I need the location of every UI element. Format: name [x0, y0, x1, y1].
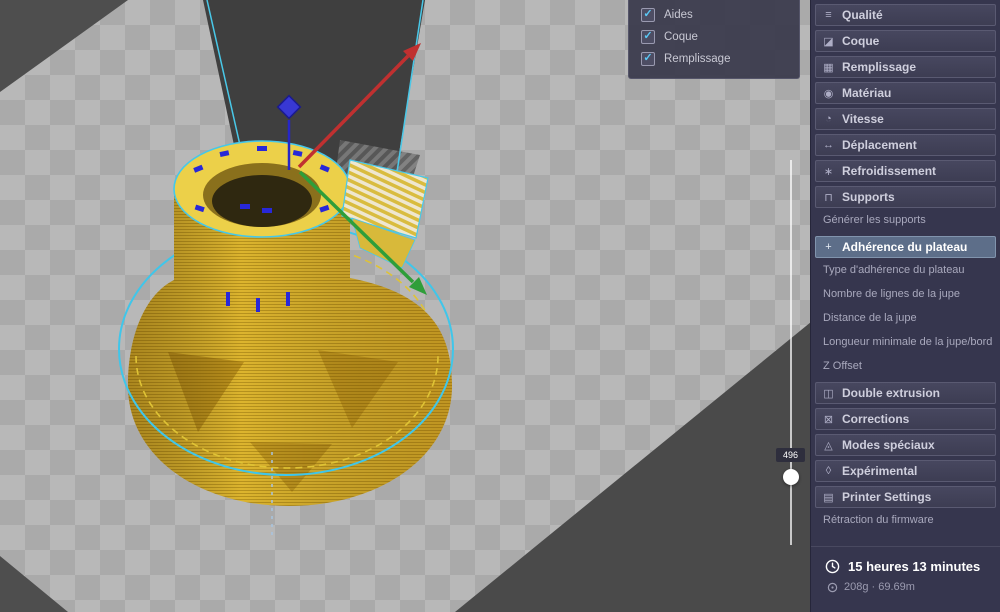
setting-label: Générer les supports: [823, 214, 926, 226]
settings-category-vitesse[interactable]: ◔ Vitesse: [815, 108, 996, 130]
filament-spool-icon: [827, 582, 838, 593]
layer-slider[interactable]: 496: [782, 160, 800, 545]
setting-nombre-de-lignes-de-la-jupe[interactable]: Nombre de lignes de la jupe: [811, 282, 1000, 306]
setting-z-offset[interactable]: Z Offset: [811, 354, 1000, 378]
travel-icon: ↔: [822, 139, 835, 151]
view-filter-coque[interactable]: ✓ Coque: [629, 26, 799, 48]
category-label: Corrections: [842, 412, 909, 426]
support-tower: [342, 160, 428, 268]
checkbox-label: Remplissage: [664, 53, 730, 65]
settings-category-remplissage[interactable]: ▦ Remplissage: [815, 56, 996, 78]
printer-settings-icon: ▤: [822, 491, 835, 504]
fixes-icon: ⊠: [822, 413, 835, 426]
settings-category-printer-settings[interactable]: ▤ Printer Settings: [815, 486, 996, 508]
settings-panel: ≡ Qualité ◪ Coque ▦ Remplissage ◉ Matériau ◔ Vite…: [810, 0, 1000, 612]
special-modes-icon: ◬: [822, 439, 835, 452]
checkbox-checked-icon[interactable]: ✓: [641, 52, 655, 66]
experimental-icon: ◊: [822, 465, 835, 477]
layer-slider-handle[interactable]: [783, 469, 799, 485]
shell-icon: ◪: [822, 35, 835, 48]
speed-icon: ◔: [822, 113, 835, 125]
layer-value-badge: 496: [776, 448, 805, 462]
setting-generer-les-supports[interactable]: Générer les supports: [811, 208, 1000, 232]
category-label: Refroidissement: [842, 164, 936, 178]
settings-category-materiau[interactable]: ◉ Matériau: [815, 82, 996, 104]
view-filter-remplissage[interactable]: ✓ Remplissage: [629, 48, 799, 70]
material-usage-value: 208g · 69.69m: [844, 581, 915, 593]
settings-category-supports[interactable]: ⊓ Supports: [815, 186, 996, 208]
checkbox-label: Aides: [664, 9, 693, 21]
checkbox-label: Coque: [664, 31, 698, 43]
category-label: Matériau: [842, 86, 891, 100]
settings-category-adherence-du-plateau[interactable]: + Adhérence du plateau: [815, 236, 996, 258]
view-filter-aides[interactable]: ✓ Aides: [629, 4, 799, 26]
category-label: Printer Settings: [842, 490, 931, 504]
category-label: Supports: [842, 190, 895, 204]
category-label: Qualité: [842, 8, 883, 22]
model[interactable]: [128, 141, 452, 506]
adhesion-icon: +: [822, 241, 835, 253]
setting-label: Nombre de lignes de la jupe: [823, 288, 960, 300]
cura-window: ✓ Aides ✓ Coque ✓ Remplissage 496 ≡ Qualité ◪ Co…: [0, 0, 1000, 612]
settings-category-corrections[interactable]: ⊠ Corrections: [815, 408, 996, 430]
setting-distance-de-la-jupe[interactable]: Distance de la jupe: [811, 306, 1000, 330]
layer-slider-track[interactable]: [790, 160, 792, 545]
print-time-value: 15 heures 13 minutes: [848, 559, 980, 574]
setting-label: Type d'adhérence du plateau: [823, 264, 965, 276]
checkbox-checked-icon[interactable]: ✓: [641, 30, 655, 44]
category-label: Expérimental: [842, 464, 917, 478]
cooling-icon: ∗: [822, 165, 835, 178]
setting-label: Longueur minimale de la jupe/bord: [823, 336, 992, 348]
category-label: Remplissage: [842, 60, 916, 74]
category-label: Coque: [842, 34, 879, 48]
settings-category-qualite[interactable]: ≡ Qualité: [815, 4, 996, 26]
category-label: Modes spéciaux: [842, 438, 935, 452]
settings-category-coque[interactable]: ◪ Coque: [815, 30, 996, 52]
settings-category-double-extrusion[interactable]: ◫ Double extrusion: [815, 382, 996, 404]
settings-category-deplacement[interactable]: ↔ Déplacement: [815, 134, 996, 156]
model-top-ring: [174, 141, 350, 237]
settings-category-refroidissement[interactable]: ∗ Refroidissement: [815, 160, 996, 182]
category-label: Déplacement: [842, 138, 917, 152]
print-info: 15 heures 13 minutes 208g · 69.69m: [811, 546, 1000, 612]
quality-icon: ≡: [822, 9, 835, 21]
category-label: Adhérence du plateau: [842, 240, 967, 254]
support-icon: ⊓: [822, 191, 835, 204]
print-time-row: 15 heures 13 minutes: [825, 559, 1000, 574]
dual-extrusion-icon: ◫: [822, 387, 835, 400]
clock-icon: [825, 559, 840, 574]
infill-icon: ▦: [822, 61, 835, 74]
setting-longueur-minimale-de-la-jupe-bord[interactable]: Longueur minimale de la jupe/bord: [811, 330, 1000, 354]
setting-label: Rétraction du firmware: [823, 514, 934, 526]
material-usage-row: 208g · 69.69m: [827, 581, 1000, 593]
checkbox-checked-icon[interactable]: ✓: [641, 8, 655, 22]
category-label: Vitesse: [842, 112, 884, 126]
material-icon: ◉: [822, 87, 835, 100]
setting-label: Z Offset: [823, 360, 862, 372]
setting-type-d-adherence-du-plateau[interactable]: Type d'adhérence du plateau: [811, 258, 1000, 282]
settings-category-modes-speciaux[interactable]: ◬ Modes spéciaux: [815, 434, 996, 456]
setting-label: Distance de la jupe: [823, 312, 917, 324]
view-filter-panel: ✓ Aides ✓ Coque ✓ Remplissage: [628, 0, 800, 79]
category-label: Double extrusion: [842, 386, 940, 400]
setting-retraction-du-firmware[interactable]: Rétraction du firmware: [811, 508, 1000, 532]
settings-category-experimental[interactable]: ◊ Expérimental: [815, 460, 996, 482]
